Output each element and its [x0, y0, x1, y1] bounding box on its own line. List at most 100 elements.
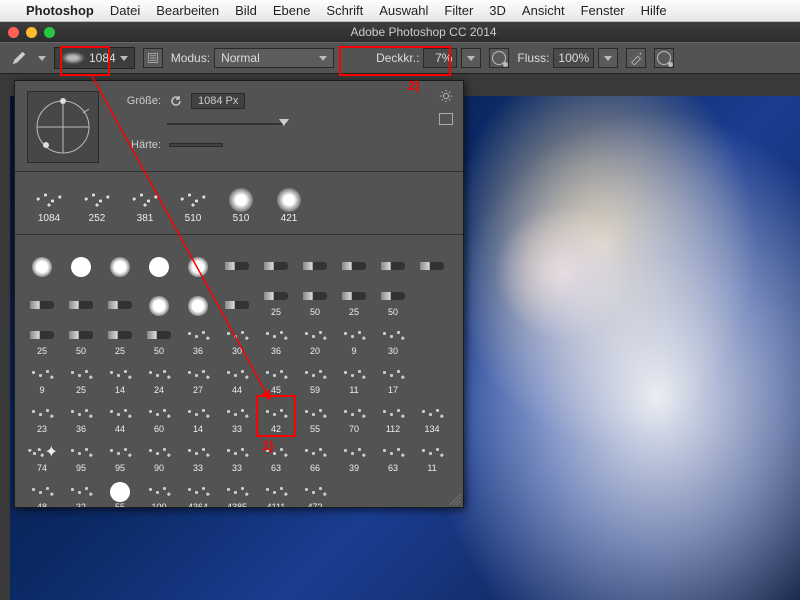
- brush-grid-item[interactable]: 30: [374, 319, 412, 357]
- brush-grid-item[interactable]: 36: [179, 319, 217, 357]
- menu-ansicht[interactable]: Ansicht: [522, 3, 565, 18]
- opacity-input[interactable]: 7%: [423, 48, 457, 68]
- brush-grid-item[interactable]: 30: [218, 319, 256, 357]
- brush-grid-item[interactable]: 11: [413, 436, 451, 474]
- brush-tip-preview[interactable]: [27, 91, 99, 163]
- brush-grid-item[interactable]: 14: [101, 358, 139, 396]
- brush-grid-item[interactable]: [413, 319, 451, 357]
- brush-grid-item[interactable]: 90: [140, 436, 178, 474]
- brush-grid-item[interactable]: 27: [179, 358, 217, 396]
- hardness-value-field[interactable]: [169, 143, 223, 147]
- brush-grid-item[interactable]: [140, 241, 178, 279]
- brush-grid-item[interactable]: 95: [101, 436, 139, 474]
- close-window-button[interactable]: [8, 27, 19, 38]
- size-slider[interactable]: [167, 123, 287, 125]
- brush-grid-item[interactable]: 24: [140, 358, 178, 396]
- brush-grid-item[interactable]: 25: [257, 280, 295, 318]
- brush-grid-item[interactable]: 50: [374, 280, 412, 318]
- brush-grid-item[interactable]: 95: [62, 436, 100, 474]
- tablet-size-button[interactable]: [654, 48, 674, 68]
- brush-grid-item[interactable]: [413, 475, 451, 507]
- brush-grid-item[interactable]: [296, 241, 334, 279]
- brush-grid-item[interactable]: 4385: [218, 475, 256, 507]
- menubar-app[interactable]: Photoshop: [26, 3, 94, 18]
- recent-brush-item[interactable]: 421: [265, 180, 313, 226]
- brush-grid-item[interactable]: 44: [218, 358, 256, 396]
- recent-brush-item[interactable]: 381: [121, 180, 169, 226]
- brush-grid-item[interactable]: [23, 241, 61, 279]
- brush-grid-item[interactable]: 59: [296, 358, 334, 396]
- brush-grid-item[interactable]: 25: [101, 319, 139, 357]
- brush-grid-item[interactable]: 134: [413, 397, 451, 435]
- brush-grid-item[interactable]: [179, 241, 217, 279]
- brush-grid-item[interactable]: 42: [257, 397, 295, 435]
- brush-grid-item[interactable]: 50: [296, 280, 334, 318]
- menu-schrift[interactable]: Schrift: [326, 3, 363, 18]
- menu-datei[interactable]: Datei: [110, 3, 140, 18]
- recent-brush-item[interactable]: 510: [169, 180, 217, 226]
- brush-grid-item[interactable]: [374, 475, 412, 507]
- flow-dropdown-button[interactable]: [598, 48, 618, 68]
- brush-grid-item[interactable]: [23, 280, 61, 318]
- menu-auswahl[interactable]: Auswahl: [379, 3, 428, 18]
- reset-size-button[interactable]: [169, 94, 183, 108]
- brush-grid-item[interactable]: 33: [218, 436, 256, 474]
- brush-grid-item[interactable]: [413, 241, 451, 279]
- brush-grid-item[interactable]: 55: [101, 475, 139, 507]
- brush-grid-scroll[interactable]: 2550255025502550363036209309251424274445…: [15, 237, 463, 507]
- menu-bearbeiten[interactable]: Bearbeiten: [156, 3, 219, 18]
- menu-hilfe[interactable]: Hilfe: [641, 3, 667, 18]
- brush-grid-item[interactable]: 60: [140, 397, 178, 435]
- brush-grid-item[interactable]: 4111: [257, 475, 295, 507]
- opacity-dropdown-button[interactable]: [461, 48, 481, 68]
- brush-grid-item[interactable]: 36: [257, 319, 295, 357]
- tool-menu-chevron-icon[interactable]: [38, 56, 46, 61]
- brush-grid-item[interactable]: 33: [179, 436, 217, 474]
- brush-grid-item[interactable]: 100: [140, 475, 178, 507]
- brush-grid-item[interactable]: 25: [335, 280, 373, 318]
- menu-ebene[interactable]: Ebene: [273, 3, 311, 18]
- brush-grid-item[interactable]: 44: [101, 397, 139, 435]
- brush-grid-item[interactable]: [101, 241, 139, 279]
- brush-grid-item[interactable]: 20: [296, 319, 334, 357]
- brush-grid-item[interactable]: [218, 241, 256, 279]
- minimize-window-button[interactable]: [26, 27, 37, 38]
- menu-bild[interactable]: Bild: [235, 3, 257, 18]
- brush-grid-item[interactable]: [218, 280, 256, 318]
- brush-grid-item[interactable]: 55: [296, 397, 334, 435]
- brush-grid-item[interactable]: [101, 280, 139, 318]
- brush-grid-item[interactable]: 48: [23, 475, 61, 507]
- new-preset-icon[interactable]: [439, 113, 453, 125]
- brush-grid-item[interactable]: 14: [179, 397, 217, 435]
- blend-mode-dropdown[interactable]: Normal: [214, 48, 334, 68]
- recent-brush-item[interactable]: 1084: [25, 180, 73, 226]
- size-value-field[interactable]: 1084 Px: [191, 93, 245, 109]
- brush-grid-item[interactable]: [62, 280, 100, 318]
- brush-grid-item[interactable]: 45: [257, 358, 295, 396]
- brush-grid-item[interactable]: 11: [335, 358, 373, 396]
- brush-preset-picker[interactable]: 1084: [54, 47, 135, 69]
- brush-grid-item[interactable]: 472: [296, 475, 334, 507]
- slider-thumb[interactable]: [279, 119, 289, 126]
- brush-grid-item[interactable]: 25: [23, 319, 61, 357]
- brush-grid-item[interactable]: [179, 280, 217, 318]
- brush-grid-item[interactable]: ✦74: [23, 436, 61, 474]
- brush-grid-item[interactable]: 70: [335, 397, 373, 435]
- menu-fenster[interactable]: Fenster: [581, 3, 625, 18]
- brush-grid-item[interactable]: 17: [374, 358, 412, 396]
- brush-grid-item[interactable]: 33: [218, 397, 256, 435]
- recent-brush-item[interactable]: 510: [217, 180, 265, 226]
- menu-filter[interactable]: Filter: [444, 3, 473, 18]
- brush-grid-item[interactable]: 50: [140, 319, 178, 357]
- tablet-opacity-button[interactable]: [489, 48, 509, 68]
- brush-grid-item[interactable]: 9: [335, 319, 373, 357]
- brush-grid-item[interactable]: 9: [23, 358, 61, 396]
- menu-3d[interactable]: 3D: [489, 3, 506, 18]
- brush-panel-toggle-button[interactable]: [143, 48, 163, 68]
- brush-grid-item[interactable]: [257, 241, 295, 279]
- brush-grid-item[interactable]: [335, 475, 373, 507]
- brush-grid-item[interactable]: [413, 280, 451, 318]
- brush-grid-item[interactable]: [140, 280, 178, 318]
- brush-grid-item[interactable]: 66: [296, 436, 334, 474]
- resize-grip[interactable]: [449, 493, 461, 505]
